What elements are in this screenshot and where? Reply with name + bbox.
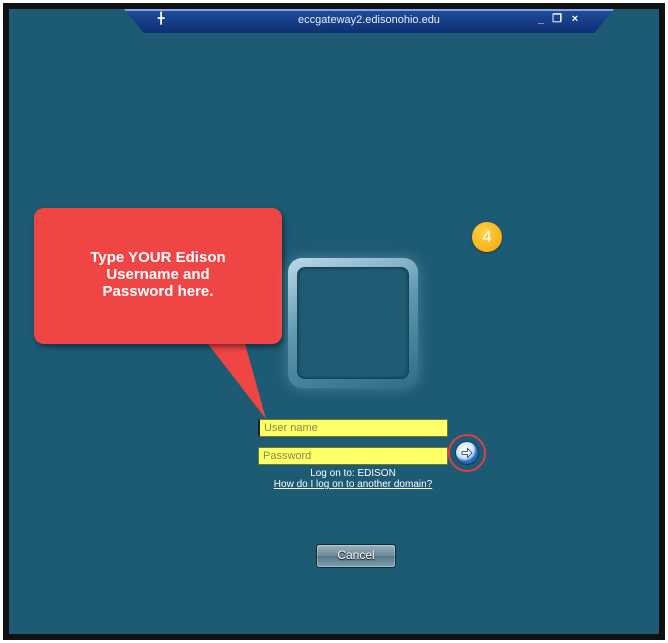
logon-domain-text: Log on to: EDISON — [310, 468, 396, 479]
user-tile — [288, 258, 418, 388]
password-input[interactable] — [258, 447, 448, 465]
step-number-badge: 4 — [472, 222, 502, 252]
other-domain-link[interactable]: How do I log on to another domain? — [240, 479, 466, 490]
cancel-button[interactable]: Cancel — [316, 544, 396, 568]
instruction-callout: Type YOUR Edison Username and Password h… — [34, 208, 282, 344]
submit-arrow-button[interactable] — [455, 441, 479, 465]
restore-button[interactable]: ❐ — [550, 11, 564, 27]
callout-text: Type YOUR Edison Username and Password h… — [90, 249, 226, 300]
close-button[interactable]: × — [568, 11, 582, 27]
minimize-button[interactable]: _ — [534, 11, 548, 27]
user-tile-picture — [297, 267, 409, 379]
connection-bar: ╋ eccgateway2.edisonohio.edu _ ❐ × — [124, 9, 614, 33]
username-input[interactable] — [258, 419, 448, 437]
arrow-right-icon — [461, 447, 473, 459]
